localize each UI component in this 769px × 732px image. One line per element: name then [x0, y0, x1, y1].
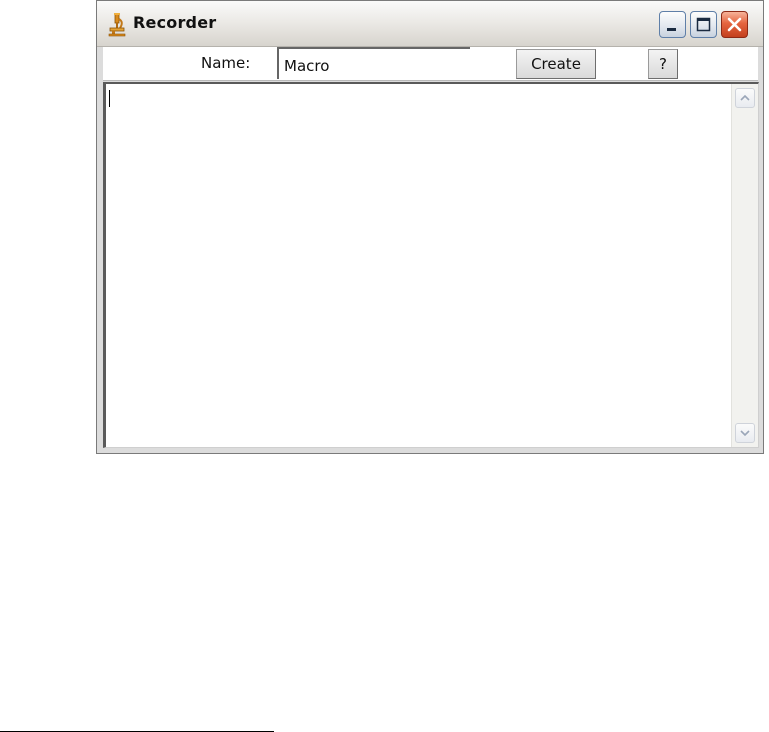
recorder-window: Recorder Name: Macro Create ? [96, 0, 764, 454]
scroll-down-button[interactable] [735, 423, 755, 443]
close-button[interactable] [721, 11, 748, 38]
close-icon [722, 12, 747, 37]
chevron-down-icon [736, 424, 754, 442]
create-button[interactable]: Create [516, 49, 596, 79]
macro-text-area[interactable] [103, 82, 759, 448]
title-bar[interactable]: Recorder [97, 1, 763, 47]
vertical-scrollbar[interactable] [731, 84, 758, 447]
name-input[interactable] [277, 47, 470, 79]
toolbar: Name: Create ? [103, 47, 758, 81]
microscope-icon [107, 13, 127, 37]
minimize-icon [660, 12, 685, 37]
maximize-button[interactable] [690, 11, 717, 38]
help-button[interactable]: ? [648, 49, 678, 79]
name-label: Name: [201, 54, 251, 72]
minimize-button[interactable] [659, 11, 686, 38]
scroll-up-button[interactable] [735, 88, 755, 108]
text-caret [109, 90, 110, 107]
chevron-up-icon [736, 89, 754, 107]
maximize-icon [691, 12, 716, 37]
window-title: Recorder [133, 13, 217, 32]
